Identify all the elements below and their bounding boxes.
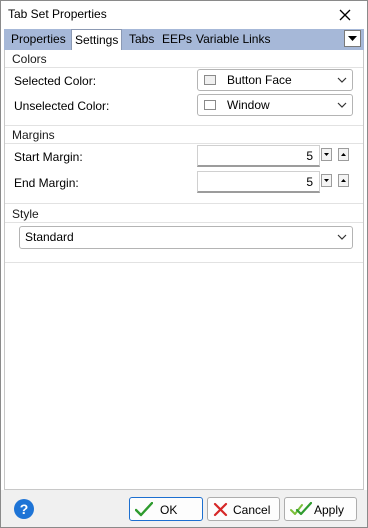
chevron-down-icon (337, 234, 347, 240)
red-x-icon (213, 502, 228, 517)
dialog-window: Tab Set Properties Properties Settings T… (0, 0, 368, 528)
margins-group-title: Margins (12, 128, 55, 142)
apply-button[interactable]: Apply (284, 497, 357, 521)
double-checkmark-icon (290, 502, 312, 516)
settings-panel: Colors Selected Color: Button Face Unsel… (4, 50, 364, 490)
selected-color-value: Button Face (227, 73, 292, 87)
start-margin-decrement-button[interactable] (321, 148, 332, 161)
tab-variable-links[interactable]: Variable Links (193, 29, 273, 50)
ok-button[interactable]: OK (129, 497, 203, 521)
start-margin-input[interactable]: 5 (197, 145, 320, 167)
tab-tabs[interactable]: Tabs (126, 29, 157, 50)
color-swatch (204, 100, 216, 110)
dialog-footer: ? OK Cancel Apply (1, 490, 367, 527)
end-margin-decrement-button[interactable] (321, 174, 332, 187)
tab-label: Properties (11, 32, 66, 46)
start-margin-label: Start Margin: (14, 150, 83, 164)
group-divider (5, 143, 363, 144)
end-margin-label: End Margin: (14, 176, 79, 190)
apply-label: Apply (314, 503, 345, 517)
window-title: Tab Set Properties (8, 7, 107, 21)
chevron-down-icon (337, 77, 347, 83)
group-divider (5, 67, 363, 68)
selected-color-dropdown[interactable]: Button Face (197, 69, 353, 91)
selected-color-label: Selected Color: (14, 74, 97, 88)
group-divider (5, 262, 363, 263)
style-value: Standard (25, 230, 74, 244)
end-margin-input[interactable]: 5 (197, 171, 320, 193)
close-button[interactable] (323, 1, 367, 28)
title-bar: Tab Set Properties (1, 1, 367, 28)
tab-properties[interactable]: Properties (8, 29, 69, 50)
unselected-color-dropdown[interactable]: Window (197, 94, 353, 116)
style-dropdown[interactable]: Standard (19, 226, 353, 249)
start-margin-increment-button[interactable] (338, 148, 349, 161)
unselected-color-value: Window (227, 98, 270, 112)
tab-eeps[interactable]: EEPs (159, 29, 195, 50)
group-divider (5, 222, 363, 223)
colors-group-title: Colors (12, 52, 47, 66)
group-divider (5, 125, 363, 126)
color-swatch (204, 75, 216, 85)
tab-label: Settings (75, 33, 119, 47)
tab-strip: Properties Settings Tabs EEPs Variable L… (4, 29, 364, 51)
tab-overflow-dropdown[interactable] (344, 30, 361, 47)
end-margin-increment-button[interactable] (338, 174, 349, 187)
close-icon (339, 9, 351, 20)
triangle-down-icon (324, 153, 329, 156)
tab-label: EEPs (162, 32, 193, 46)
cancel-button[interactable]: Cancel (207, 497, 280, 521)
end-margin-value: 5 (306, 175, 313, 189)
tab-label: Variable Links (196, 32, 271, 46)
start-margin-value: 5 (306, 149, 313, 163)
triangle-up-icon (341, 179, 346, 182)
chevron-down-icon (337, 102, 347, 108)
cancel-label: Cancel (233, 503, 271, 517)
triangle-up-icon (341, 153, 346, 156)
ok-label: OK (160, 503, 178, 517)
unselected-color-label: Unselected Color: (14, 99, 110, 113)
style-group-title: Style (12, 207, 39, 221)
tab-settings[interactable]: Settings (71, 29, 123, 51)
group-divider (5, 203, 363, 204)
tab-label: Tabs (129, 32, 155, 46)
checkmark-icon (135, 502, 153, 517)
triangle-down-icon (348, 36, 357, 41)
triangle-down-icon (324, 179, 329, 182)
help-icon[interactable]: ? (14, 499, 34, 519)
